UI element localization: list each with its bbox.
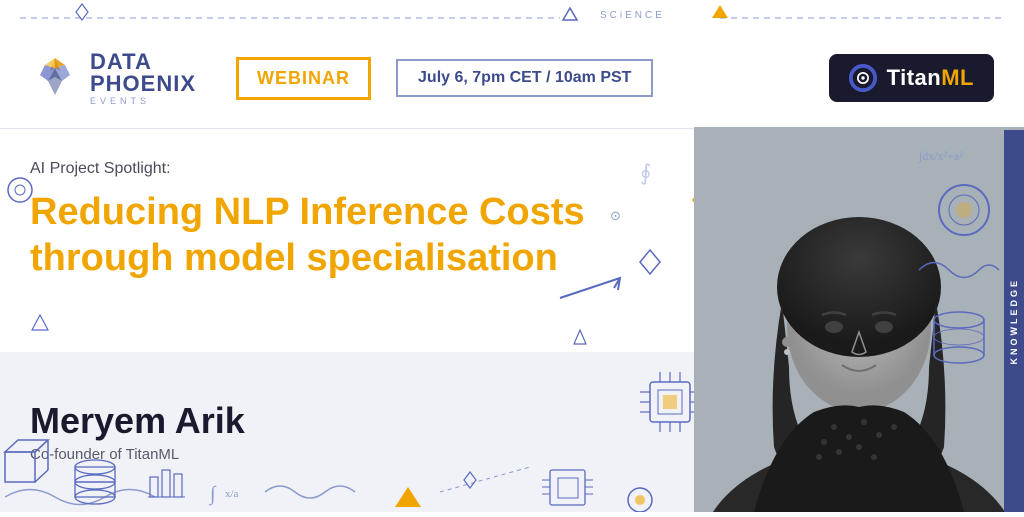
speaker-photo — [694, 127, 1024, 512]
speaker-section: Meryem Arik Co-founder of TitanML — [0, 352, 694, 512]
logo-data: DATA — [90, 51, 196, 73]
svg-text:SCiENCE: SCiENCE — [600, 10, 665, 21]
photo-background — [694, 127, 1024, 512]
webinar-badge: WEBINAR — [236, 57, 371, 100]
phoenix-logo-icon — [30, 53, 80, 103]
titanml-icon — [849, 64, 877, 92]
event-datetime: July 6, 7pm CET / 10am PST — [396, 59, 653, 97]
knowledge-label: KNOWLEDGE — [1009, 278, 1019, 365]
logo-phoenix: PHOENIX — [90, 73, 196, 95]
datetime-text: July 6, 7pm CET / 10am PST — [418, 69, 631, 86]
speaker-name: Meryem Arik — [30, 401, 245, 441]
person-silhouette — [694, 127, 1024, 512]
knowledge-sidebar: KNOWLEDGE — [1004, 130, 1024, 512]
main-container: SCiENCE DATA PHOENIX EVENTS WEBINAR — [0, 0, 1024, 512]
logo-events: EVENTS — [90, 97, 196, 106]
top-decoration: SCiENCE — [0, 0, 1024, 28]
speaker-title: Co-founder of TitanML — [30, 446, 245, 463]
titanml-name: TitanML — [887, 65, 974, 91]
brand-logo: DATA PHOENIX EVENTS — [30, 51, 196, 106]
webinar-label: WEBINAR — [257, 68, 350, 88]
titanml-logo: TitanML — [829, 54, 994, 102]
main-title: Reducing NLP Inference Costs through mod… — [30, 190, 610, 281]
speaker-info: Meryem Arik Co-founder of TitanML — [30, 401, 245, 463]
header: DATA PHOENIX EVENTS WEBINAR July 6, 7pm … — [0, 28, 1024, 128]
brand-name: DATA PHOENIX EVENTS — [90, 51, 196, 106]
